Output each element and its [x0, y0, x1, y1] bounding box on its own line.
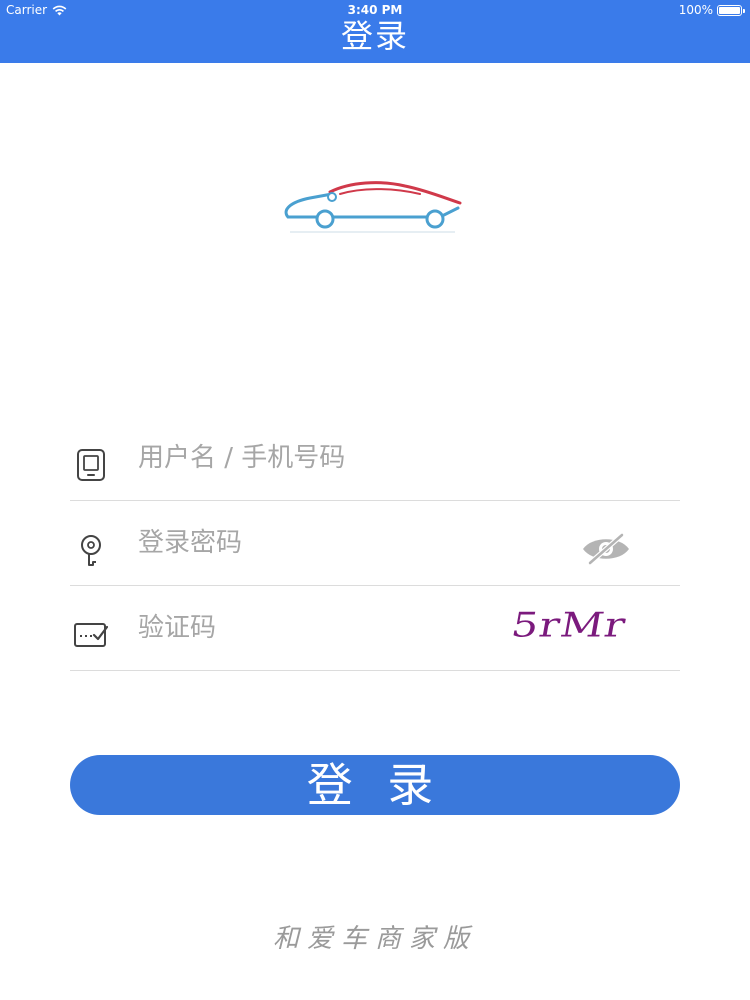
captcha-field: 5rMr: [70, 585, 680, 671]
captcha-input[interactable]: [138, 585, 438, 671]
battery-level: [719, 6, 740, 14]
nav-bar: Carrier 3:40 PM 100% 登录: [0, 0, 750, 63]
username-field: [70, 415, 680, 501]
captcha-text: 5rMr: [510, 605, 629, 645]
car-logo-icon: [284, 181, 462, 233]
captcha-image[interactable]: 5rMr: [510, 599, 670, 655]
eye-hidden-icon[interactable]: [580, 532, 632, 566]
code-edit-icon: [74, 623, 108, 647]
footer-brand-text: 和爱车商家版: [272, 924, 477, 954]
page-title: 登录: [340, 17, 409, 55]
key-icon: [81, 535, 101, 566]
username-input[interactable]: [138, 415, 538, 501]
password-input[interactable]: [138, 500, 538, 586]
password-field: [70, 500, 680, 586]
login-button[interactable]: 登 录: [70, 755, 680, 815]
phone-icon: [77, 449, 105, 481]
